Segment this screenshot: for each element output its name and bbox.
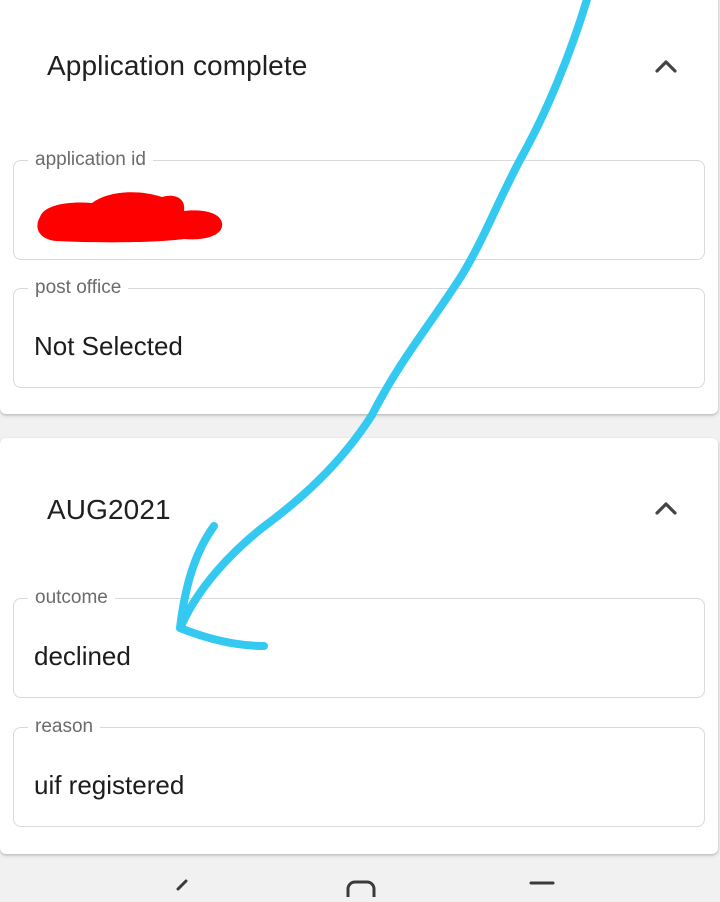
reason-label: reason — [28, 716, 101, 738]
post-office-label: post office — [28, 277, 129, 299]
application-status-title: Application complete — [47, 50, 308, 81]
month-outcome-header[interactable]: AUG2021 — [0, 480, 718, 540]
reason-field[interactable]: reason uif registered — [13, 716, 705, 827]
application-id-field[interactable]: application id — [13, 149, 705, 260]
outcome-value: declined — [34, 641, 131, 671]
outcome-label: outcome — [28, 587, 115, 609]
application-status-card: Application complete application id post… — [0, 0, 718, 414]
application-id-label: application id — [28, 149, 153, 171]
recents-icon[interactable] — [528, 879, 556, 902]
post-office-value: Not Selected — [34, 331, 183, 361]
system-navigation-bar — [0, 865, 720, 902]
back-icon[interactable] — [170, 879, 192, 902]
month-outcome-card: AUG2021 outcome declined reason uif regi… — [0, 438, 718, 854]
month-outcome-title: AUG2021 — [47, 494, 171, 525]
post-office-field[interactable]: post office Not Selected — [13, 277, 705, 388]
home-icon[interactable] — [345, 879, 377, 902]
chevron-up-icon[interactable] — [652, 52, 680, 80]
chevron-up-icon[interactable] — [652, 494, 680, 522]
reason-value: uif registered — [34, 770, 185, 800]
outcome-field[interactable]: outcome declined — [13, 587, 705, 698]
application-status-header[interactable]: Application complete — [0, 44, 718, 104]
redaction-mark — [37, 192, 223, 243]
